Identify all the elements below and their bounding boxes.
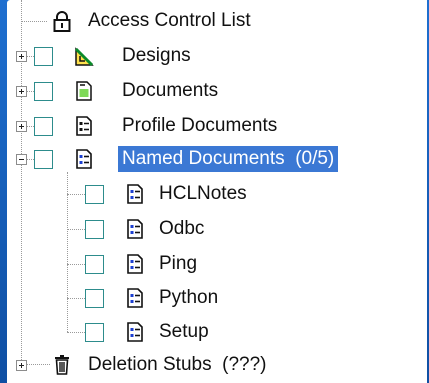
named-document-icon: [127, 322, 143, 342]
expand-toggle[interactable]: [16, 51, 27, 62]
documents-icon: [76, 81, 92, 101]
select-checkbox[interactable]: [85, 255, 104, 274]
tree-item-label: Odbc: [159, 218, 205, 239]
expand-toggle[interactable]: [16, 360, 27, 371]
tree-item-deletion-stubs[interactable]: Deletion Stubs (???): [7, 349, 427, 383]
tree-item-named-document[interactable]: HCLNotes: [7, 178, 427, 212]
tree-item-named-document[interactable]: Setup: [7, 316, 427, 350]
tree-item-acl[interactable]: Access Control List: [7, 5, 427, 39]
named-documents-count: (0/5): [295, 148, 335, 169]
select-checkbox[interactable]: [85, 323, 104, 342]
select-checkbox[interactable]: [34, 47, 53, 66]
tree-item-label: Deletion Stubs (???): [84, 352, 271, 378]
tree-item-named-document[interactable]: Odbc: [7, 213, 427, 247]
select-checkbox[interactable]: [34, 117, 53, 136]
tree-item-label-selected: Named Documents (0/5): [118, 146, 339, 172]
named-documents-label: Named Documents: [122, 148, 285, 169]
trash-icon: [55, 355, 69, 375]
tree-item-profile-documents[interactable]: Profile Documents: [7, 110, 427, 144]
named-document-icon: [127, 254, 143, 274]
named-document-icon: [76, 149, 92, 169]
deletion-stubs-count: (???): [222, 354, 267, 375]
profile-document-icon: [76, 116, 92, 136]
tree-item-label: Python: [159, 287, 219, 308]
collapse-toggle[interactable]: [16, 154, 27, 165]
tree-item-label: Ping: [159, 253, 198, 274]
database-tree: Access Control List Designs Documents Pr…: [7, 0, 427, 383]
tree-item-label: Designs: [122, 45, 191, 66]
select-checkbox[interactable]: [34, 82, 53, 101]
deletion-stubs-label: Deletion Stubs: [88, 354, 212, 375]
tree-item-label: Documents: [122, 80, 219, 101]
named-document-icon: [127, 184, 143, 204]
tree-item-documents[interactable]: Documents: [7, 75, 427, 109]
tree-item-designs[interactable]: Designs: [7, 40, 427, 74]
named-document-icon: [127, 288, 143, 308]
tree-item-named-document[interactable]: Python: [7, 282, 427, 316]
expand-toggle[interactable]: [16, 121, 27, 132]
tree-item-label: HCLNotes: [159, 183, 247, 204]
select-checkbox[interactable]: [85, 220, 104, 239]
tree-item-label: Setup: [159, 321, 209, 342]
named-document-icon: [127, 219, 143, 239]
expand-toggle[interactable]: [16, 86, 27, 97]
tree-item-named-document[interactable]: Ping: [7, 248, 427, 282]
select-checkbox[interactable]: [34, 150, 53, 169]
design-icon: [74, 47, 94, 67]
tree-item-label: Access Control List: [88, 10, 251, 31]
select-checkbox[interactable]: [85, 185, 104, 204]
lock-icon: [53, 11, 71, 32]
select-checkbox[interactable]: [85, 289, 104, 308]
tree-item-label: Profile Documents: [122, 115, 278, 136]
tree-item-named-documents[interactable]: Named Documents (0/5): [7, 143, 427, 177]
